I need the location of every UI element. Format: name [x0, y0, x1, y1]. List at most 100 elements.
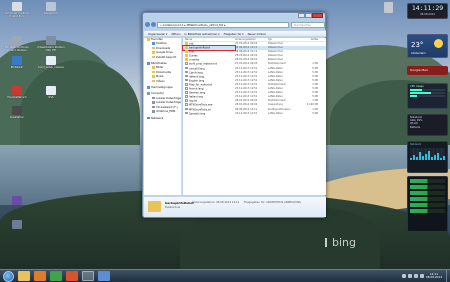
folder-icon	[185, 58, 188, 61]
desktop-icon[interactable]: RSS	[36, 86, 66, 99]
desktop-icon[interactable]: Ein Mehr-Optionen Hybrid Stutzen	[2, 36, 32, 52]
address-bar[interactable]: « installer.prod.1 ▸ MMeDriveTools_v2014…	[157, 21, 289, 28]
file-type: LANG-Datei	[268, 111, 283, 115]
window-titlebar[interactable]	[143, 13, 325, 20]
column-name[interactable]: Name	[183, 38, 235, 41]
desktop-icon[interactable]: Computer Heilbron Hybrid Prog	[2, 2, 32, 18]
file-row[interactable]: Spanish.lang 25.12.2013 10:51 LANG-Datei 5 …	[183, 111, 326, 116]
file-name: Files	[189, 50, 195, 54]
desktop-app-icon	[12, 196, 22, 205]
monitor-gadget[interactable]	[407, 176, 448, 232]
network-graph-bar	[422, 156, 424, 160]
file-name: Guides	[189, 54, 198, 58]
explorer-taskbar-icon[interactable]	[18, 271, 30, 281]
desktop-icon[interactable]	[2, 196, 32, 206]
desktop-app-icon	[12, 56, 22, 65]
file-icon	[185, 91, 188, 94]
maximize-button[interactable]	[305, 13, 312, 18]
back-icon[interactable]	[145, 22, 150, 27]
desktop-icon[interactable]: build_setup_replace	[36, 56, 66, 69]
nav-item-label: CD-Laufwerk (F:)	[156, 105, 178, 109]
desktop-icon[interactable]: Installation	[2, 106, 32, 119]
nav-item[interactable]: Videos	[144, 79, 181, 84]
volume-icon[interactable]	[413, 274, 418, 278]
toolbar-item[interactable]: In Bibliothek aufnehmen ▾	[184, 32, 219, 36]
nav-item[interactable]: Vodafone_EPIN	[144, 110, 181, 114]
explorer-window-taskbar-icon[interactable]	[82, 271, 94, 281]
search-input[interactable]: Durchsuchen	[291, 21, 325, 28]
nav-item-label: Zuletzt besucht	[156, 55, 177, 59]
file-icon	[185, 70, 188, 74]
tray-icon[interactable]	[401, 274, 406, 278]
network-gadget[interactable]: Netzwerk	[407, 141, 448, 173]
file-name: Italian.lang	[189, 95, 203, 99]
weather-gadget[interactable]: 23° Amsterdam	[407, 34, 448, 58]
toolbar-item[interactable]: Organisieren ▾	[148, 32, 167, 36]
column-size[interactable]: Größe	[298, 38, 318, 41]
network-graph	[410, 148, 445, 160]
forward-icon[interactable]	[151, 22, 156, 27]
close-button[interactable]	[312, 13, 323, 18]
drive-icon	[152, 96, 155, 100]
desktop-icon[interactable]: Haushaltsbuch	[2, 86, 32, 99]
start-button[interactable]	[3, 270, 14, 282]
desktop-icon[interactable]: Bildtaster	[2, 56, 32, 69]
gadget-toggle-icon[interactable]	[384, 2, 393, 13]
sysinfo-gadget[interactable]: Notebook Akku 99% WLAN Batterie	[407, 114, 448, 136]
network-graph-bar	[425, 154, 427, 160]
nav-item-label: Videos	[156, 79, 165, 83]
toolbar-item[interactable]: Freigeben für ▾	[224, 32, 244, 36]
cpu-bars	[410, 89, 445, 97]
column-date[interactable]: Änderungsdatum	[235, 38, 268, 41]
gmail-gadget[interactable]: Google Mail	[407, 66, 448, 75]
file-name: cancelll.lang	[189, 66, 205, 70]
clock-date: 08.08.2014	[420, 13, 435, 16]
file-icon	[185, 111, 188, 115]
show-desktop-button[interactable]	[446, 269, 450, 282]
system-tray: 14:11 08.08.2014	[401, 269, 450, 282]
monitor-row	[410, 185, 445, 189]
folder-icon	[152, 70, 155, 74]
desktop: Computer Heilbron Hybrid Prog Papierkorb E…	[0, 0, 450, 269]
clock-gadget[interactable]: 14:11:29 08.08.2014	[407, 3, 448, 19]
nav-item[interactable]: Netzwerk	[144, 116, 181, 121]
toolbar-item[interactable]: Öffnen	[171, 32, 180, 36]
cpu-gadget[interactable]: CPU Usage	[407, 83, 448, 109]
media-player-taskbar-icon[interactable]	[34, 271, 46, 281]
app-6-taskbar-icon[interactable]	[98, 271, 110, 281]
nav-item[interactable]: Heimnetzgruppe	[144, 86, 181, 90]
nav-item-label: Lokaler Datenträger	[156, 101, 181, 105]
desktop-icon[interactable]: Präsentation Stutzen DSU HTI	[36, 36, 66, 52]
tray-icon[interactable]	[407, 274, 412, 278]
column-type[interactable]: Typ	[268, 38, 298, 41]
desktop-icon[interactable]: Papierkorb	[36, 2, 66, 15]
sysinfo-lines: Notebook Akku 99% WLAN Batterie	[410, 116, 445, 129]
nav-item-label: Heimnetzgruppe	[151, 86, 173, 90]
file-icon	[185, 78, 188, 82]
toolbar-item[interactable]: Neuer Ordner	[248, 32, 266, 36]
minimize-button[interactable]	[298, 13, 305, 18]
firefox-taskbar-icon[interactable]	[66, 271, 78, 281]
drive-icon	[152, 101, 155, 104]
desktop-app-icon	[46, 2, 56, 11]
chrome-taskbar-icon[interactable]	[50, 271, 62, 281]
explorer-window[interactable]: « installer.prod.1 ▸ MMeDriveTools_v2014…	[142, 12, 326, 218]
file-name: default.lang	[189, 75, 204, 79]
file-name: backupInfoRobot	[189, 46, 211, 50]
desktop-icon-label: Präsentation Stutzen DSU HTI	[37, 46, 65, 52]
network-graph-bar	[431, 157, 433, 160]
folder-icon	[152, 46, 155, 50]
details-modified: Änderungsdatum: 08.08.2014 14:11	[192, 201, 240, 204]
navigation-pane: Favoriten Desktop Downloads Google Drive Zul…	[144, 38, 182, 195]
file-name-cell: Spanish.lang	[183, 111, 235, 116]
desktop-app-icon	[12, 2, 22, 11]
file-icon	[185, 107, 188, 111]
tray-clock[interactable]: 14:11 08.08.2014	[425, 272, 442, 280]
nav-item-label: Computer	[151, 92, 164, 96]
computer-icon	[147, 92, 150, 95]
network-icon[interactable]	[419, 274, 424, 278]
tray-date: 08.08.2014	[425, 275, 442, 279]
nav-item[interactable]: Zuletzt besucht	[144, 55, 181, 60]
desktop-icon[interactable]	[2, 220, 32, 230]
file-name: English.lang	[189, 79, 205, 83]
